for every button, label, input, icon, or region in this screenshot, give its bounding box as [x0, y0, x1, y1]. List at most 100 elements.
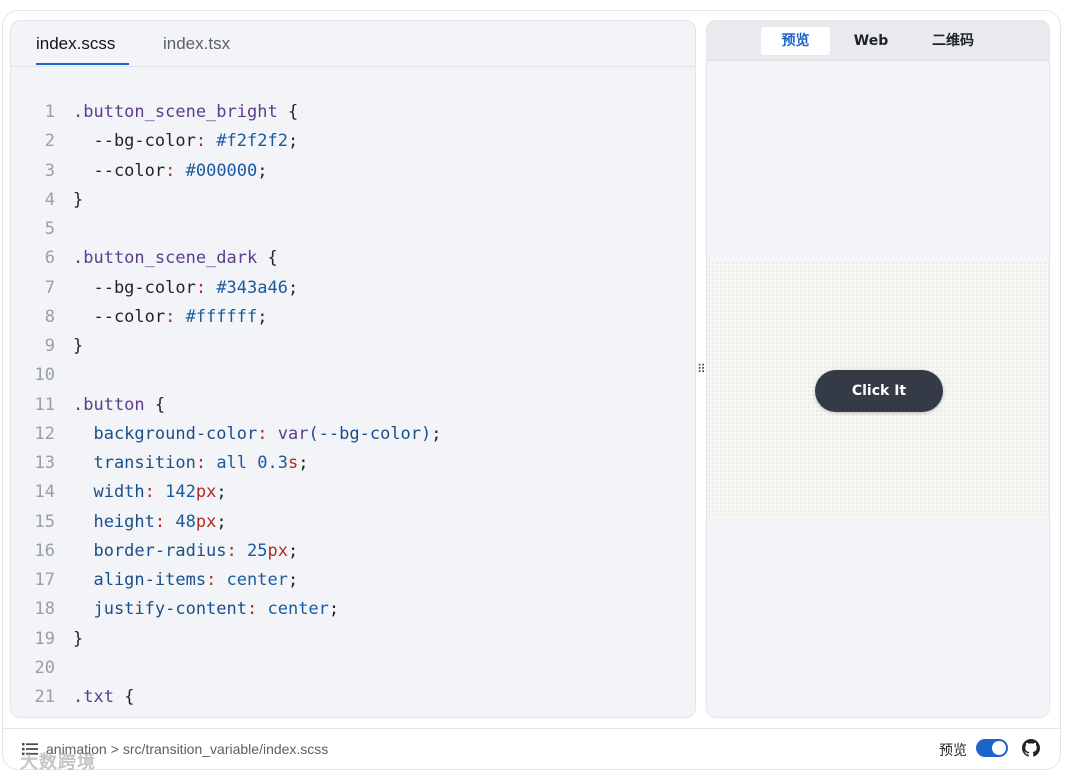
- line-text: --bg-color: #f2f2f2;: [73, 127, 298, 156]
- tab-qrcode[interactable]: 二维码: [919, 27, 987, 55]
- code-token: ;: [328, 599, 340, 620]
- code-token: justify-content: [73, 599, 247, 620]
- code-token: ;: [257, 306, 268, 327]
- code-token: }: [73, 628, 84, 649]
- code-token: ;: [287, 277, 299, 298]
- code-token: transition: [73, 453, 196, 473]
- line-text: --color: #ffffff;: [73, 303, 268, 332]
- code-token: ;: [216, 511, 227, 532]
- line-number: 16: [34, 540, 55, 561]
- code-token: --color: [73, 306, 166, 327]
- code-token: ;: [216, 482, 227, 503]
- line-number: 19: [34, 628, 55, 649]
- line-number: 17: [34, 570, 55, 590]
- code-token: border-radius: [73, 540, 227, 561]
- preview-stage: Click It: [707, 261, 1049, 518]
- code-line: 10: [11, 361, 695, 390]
- line-number: 10: [34, 365, 55, 386]
- code-line: 20: [11, 654, 695, 683]
- code-token: var: [267, 423, 309, 444]
- code-line: 5: [11, 215, 695, 244]
- tab-web[interactable]: Web: [837, 27, 905, 55]
- code-token: all: [206, 453, 248, 473]
- code-token: background-color: [73, 423, 258, 444]
- line-number: 5: [44, 219, 55, 239]
- line-number: 21: [34, 687, 55, 707]
- line-text: background-color: var(--bg-color);: [73, 420, 441, 449]
- code-token: ;: [257, 160, 268, 181]
- code-line: 1 .button_scene_bright {: [11, 98, 695, 127]
- tab-index-scss[interactable]: index.scss: [36, 34, 115, 54]
- preview-toggle[interactable]: [976, 739, 1008, 757]
- code-token: :: [195, 277, 207, 298]
- code-token: #000000: [175, 160, 258, 181]
- tab-preview[interactable]: 预览: [761, 27, 830, 55]
- line-text: .button_scene_dark {: [73, 244, 278, 273]
- click-it-button[interactable]: Click It: [815, 370, 943, 412]
- code-editor-panel: index.scss index.tsx 1 .button_scene_brig…: [10, 20, 696, 718]
- line-number: 14: [34, 482, 55, 503]
- line-number: 7: [44, 277, 55, 298]
- code-token: :: [154, 511, 166, 532]
- line-number: 1: [44, 102, 55, 122]
- code-token: .txt: [73, 687, 114, 707]
- line-text: height: 48px;: [73, 508, 227, 537]
- code-line: 16 border-radius: 25px;: [11, 537, 695, 566]
- code-token: 25: [236, 540, 268, 561]
- code-token: :: [144, 482, 155, 503]
- code-token: :: [165, 160, 176, 181]
- code-line: 6 .button_scene_dark {: [11, 244, 695, 273]
- code-token: ;: [287, 131, 299, 152]
- code-token: 142: [154, 482, 196, 503]
- watermark: 大数跨境: [20, 752, 96, 773]
- line-text: --bg-color: #343a46;: [73, 274, 298, 303]
- code-line: 12 background-color: var(--bg-color);: [11, 420, 695, 449]
- code-content[interactable]: 1 .button_scene_bright {2 --bg-color: #f2…: [11, 98, 695, 712]
- code-token: .button: [73, 394, 145, 415]
- line-text: --color: #000000;: [73, 157, 268, 186]
- code-line: 19}: [11, 625, 695, 654]
- line-text: align-items: center;: [73, 566, 298, 595]
- line-text: }: [73, 186, 83, 215]
- line-number: 9: [44, 336, 55, 356]
- code-token: {: [257, 248, 278, 269]
- code-token: }: [73, 336, 84, 356]
- code-token: px: [267, 540, 288, 561]
- line-number: 18: [34, 599, 55, 620]
- code-token: ;: [298, 453, 309, 473]
- code-token: 48: [165, 511, 196, 532]
- code-token: }: [73, 189, 84, 210]
- line-number: 3: [44, 160, 55, 181]
- code-line: 8 --color: #ffffff;: [11, 303, 695, 332]
- code-token: :: [165, 306, 176, 327]
- code-token: px: [195, 482, 217, 503]
- tab-index-tsx[interactable]: index.tsx: [163, 34, 230, 54]
- line-number: 12: [34, 423, 55, 444]
- code-line: 4}: [11, 186, 695, 215]
- code-token: {: [277, 102, 299, 122]
- code-token: {: [144, 394, 166, 415]
- code-line: 9}: [11, 332, 695, 361]
- line-number: 8: [44, 306, 55, 327]
- code-token: :: [257, 423, 268, 444]
- code-line: 21 .txt {: [11, 683, 695, 712]
- line-text: .button_scene_bright {: [73, 98, 298, 127]
- line-number: 20: [34, 657, 55, 678]
- github-icon[interactable]: [1022, 739, 1040, 757]
- code-token: center: [216, 570, 288, 590]
- line-text: }: [73, 332, 83, 361]
- code-token: :: [195, 453, 207, 473]
- code-token: ;: [287, 540, 299, 561]
- resize-handle-icon[interactable]: ⠿: [697, 362, 706, 376]
- code-token: 0.3: [247, 453, 288, 473]
- code-token: center: [257, 599, 329, 620]
- code-token: .button_scene_bright: [73, 102, 278, 122]
- line-number: 13: [34, 453, 55, 473]
- line-number: 2: [44, 131, 55, 152]
- code-token: #f2f2f2: [206, 131, 288, 152]
- line-text: .txt {: [73, 683, 134, 712]
- breadcrumb-separator: >: [110, 741, 119, 757]
- code-token: :: [247, 599, 258, 620]
- code-token: (--bg-color): [308, 423, 432, 444]
- code-line: 17 align-items: center;: [11, 566, 695, 595]
